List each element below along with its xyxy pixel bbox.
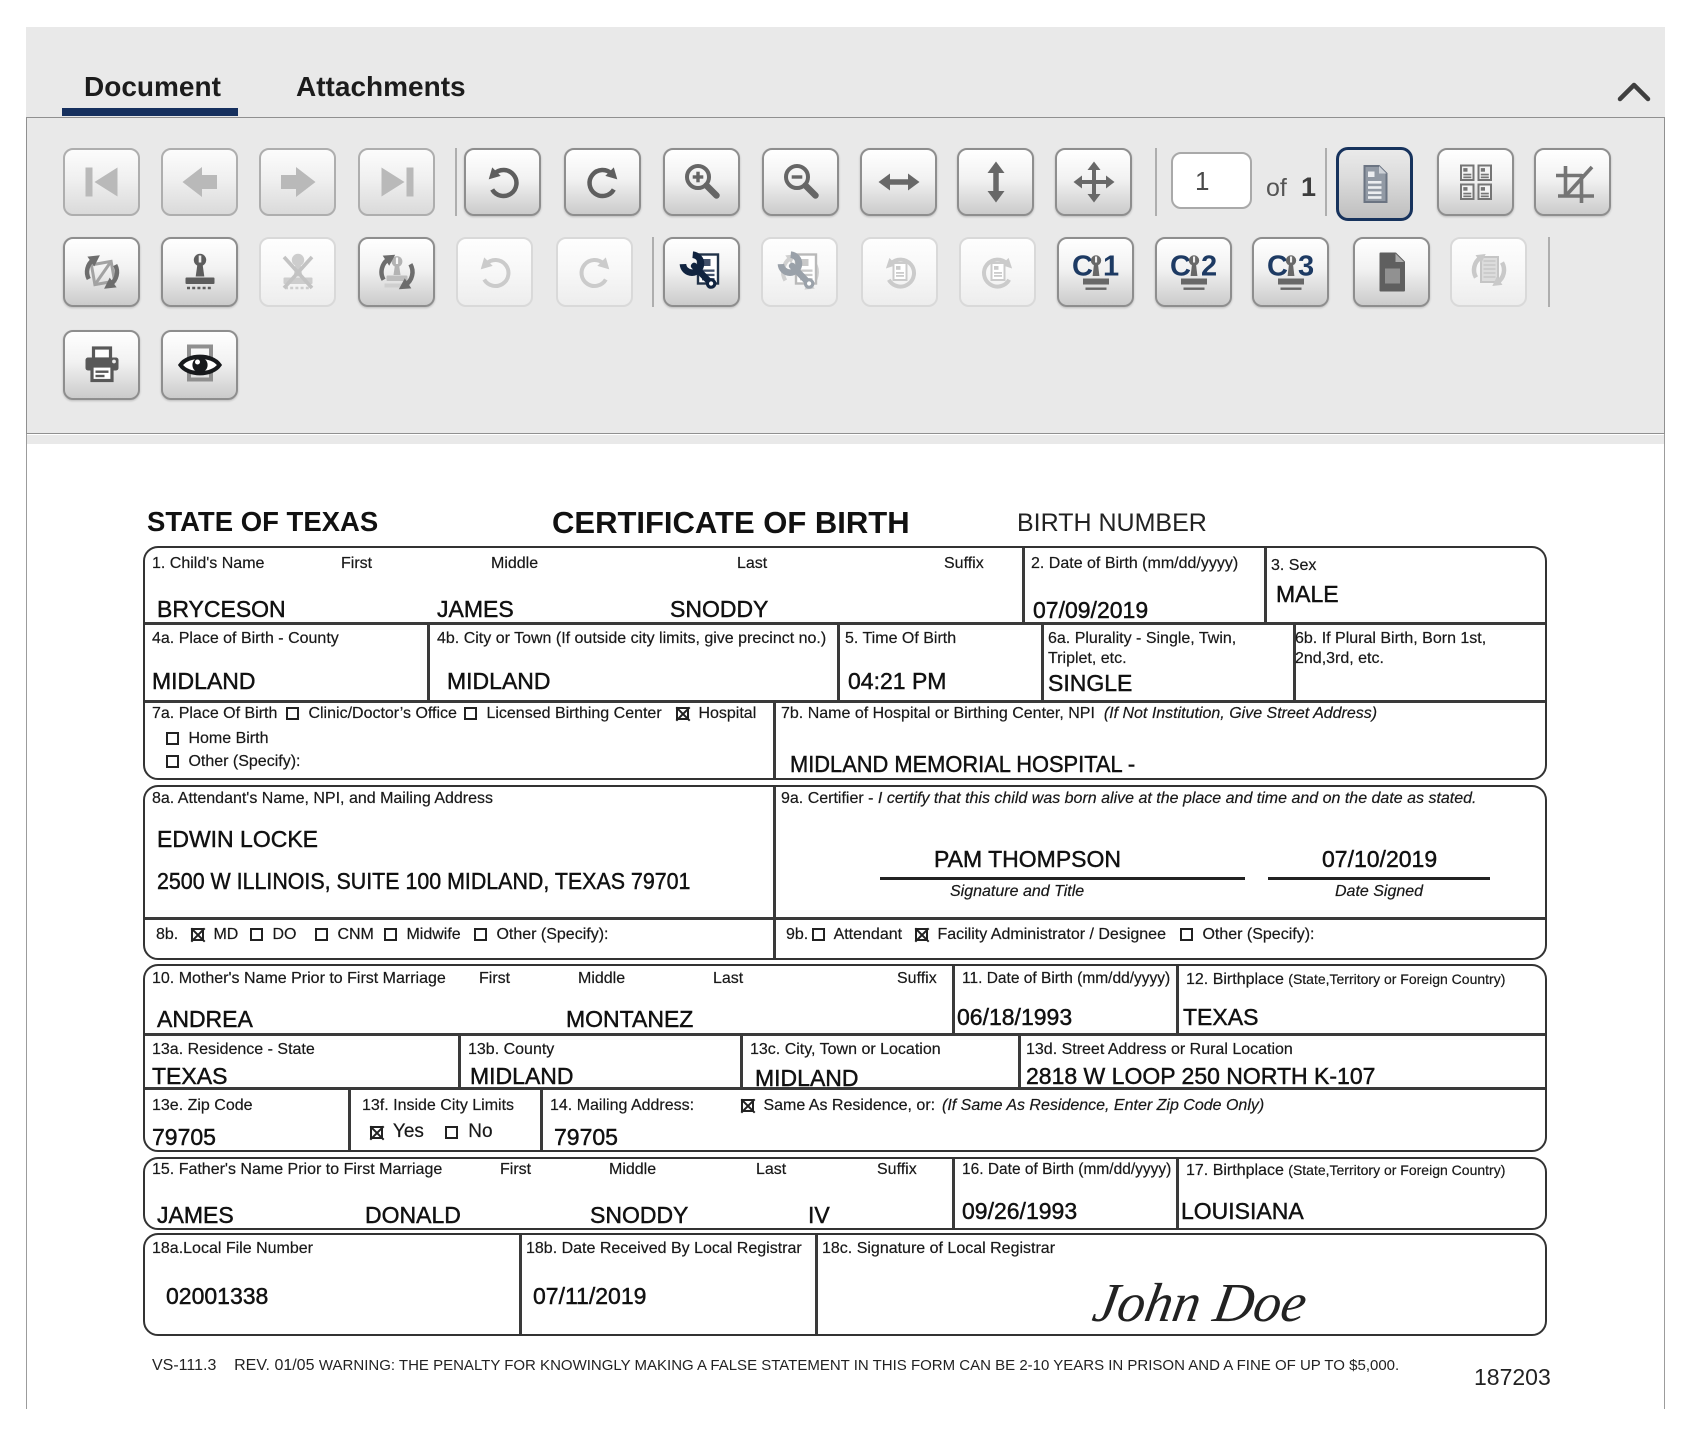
svg-text:C: C bbox=[1267, 251, 1288, 283]
svg-text:C: C bbox=[1170, 251, 1191, 283]
svg-text:3: 3 bbox=[1298, 251, 1314, 283]
svg-text:1: 1 bbox=[1103, 251, 1119, 283]
svg-text:2: 2 bbox=[1201, 251, 1217, 283]
svg-text:C: C bbox=[1072, 251, 1093, 283]
